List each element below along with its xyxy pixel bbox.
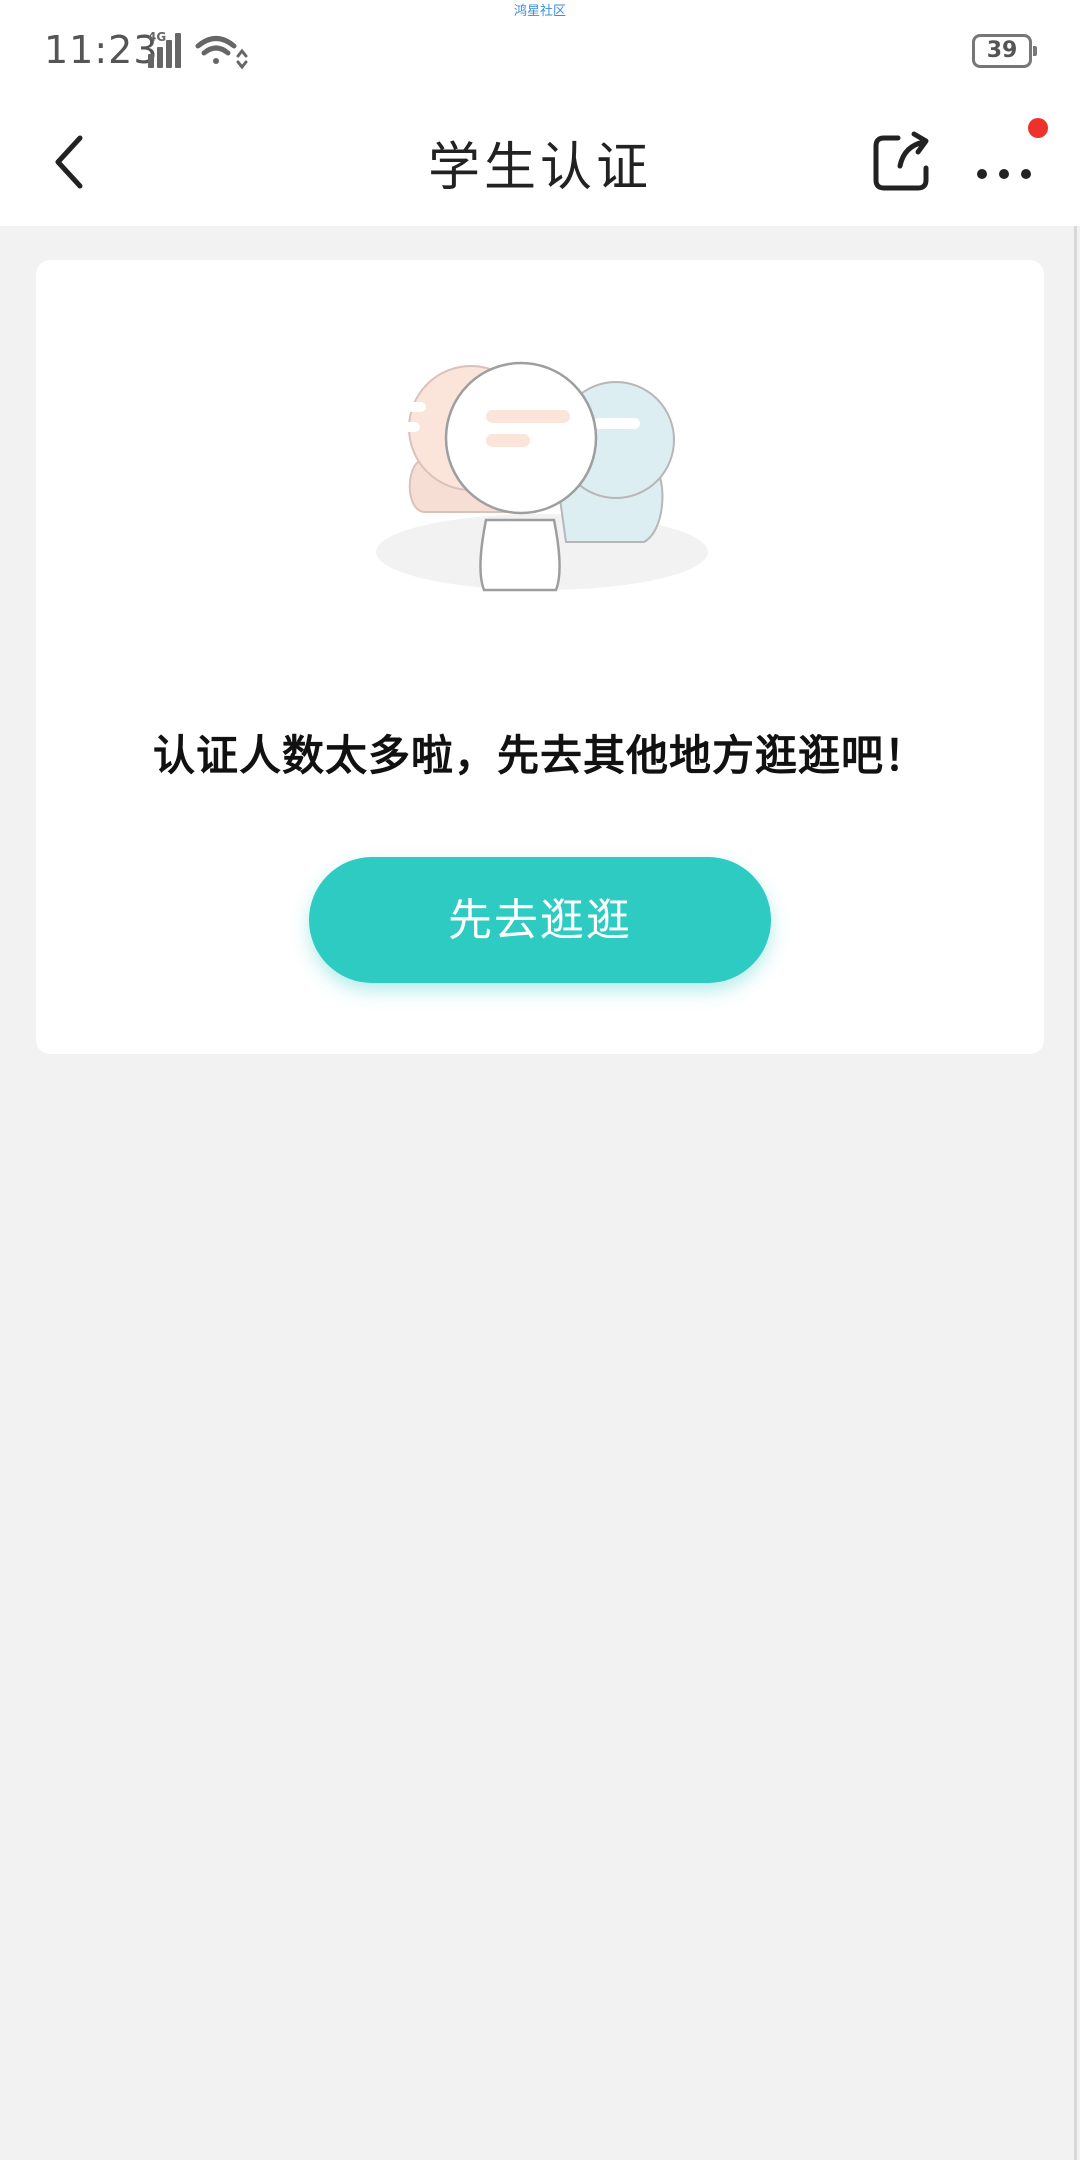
scrollbar: [1074, 226, 1077, 2160]
carrier-label: 鸿星社区: [513, 4, 566, 19]
signal-wifi-icons: 4G: [148, 30, 248, 70]
empty-state-card: 认证人数太多啦，先去其他地方逛逛吧！ 先去逛逛: [36, 260, 1044, 1054]
wifi-icon: [195, 36, 248, 70]
empty-state-message: 认证人数太多啦，先去其他地方逛逛吧！: [152, 731, 927, 780]
chat-people-illustration: [376, 361, 708, 592]
notification-dot: [1028, 118, 1048, 138]
network-type-label: 4G: [148, 30, 166, 44]
nav-bar: 学生认证: [0, 100, 1080, 226]
status-time: 11:23: [44, 28, 159, 72]
share-icon[interactable]: [862, 122, 942, 202]
status-bar: 鸿星社区 11:23 4G 39: [0, 0, 1080, 100]
battery-icon: 39: [972, 34, 1037, 68]
browse-button[interactable]: 先去逛逛: [309, 857, 771, 983]
